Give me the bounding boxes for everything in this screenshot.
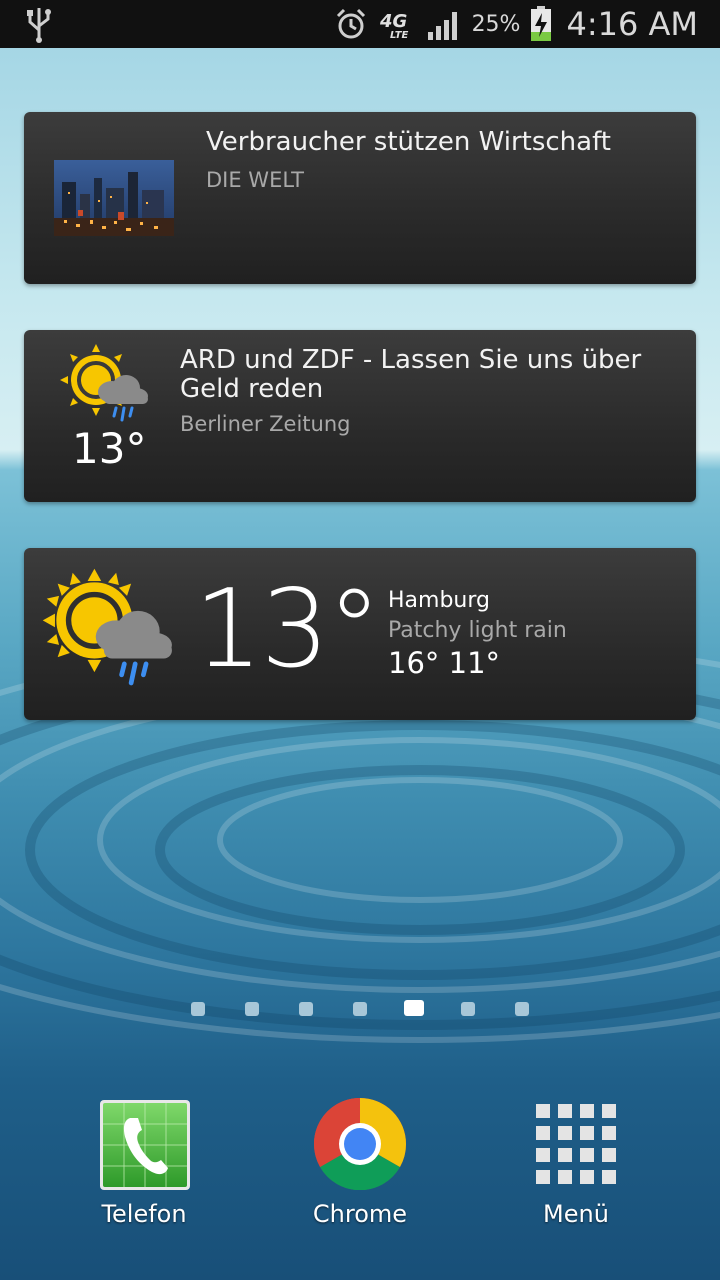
- dock-chrome-label: Chrome: [312, 1200, 408, 1228]
- weather-condition: Patchy light rain: [388, 618, 567, 643]
- partly-cloudy-rain-icon: [60, 344, 148, 422]
- 4g-lte-icon: 4G LTE: [379, 11, 409, 39]
- news-widget-1[interactable]: Verbraucher stützen Wirtschaft DIE WELT: [24, 112, 696, 284]
- news-headline: ARD und ZDF - Lassen Sie uns über Geld r…: [180, 345, 642, 404]
- page-dot[interactable]: [191, 1002, 205, 1016]
- news-thumbnail: [54, 160, 174, 236]
- dock-chrome[interactable]: Chrome: [280, 1090, 440, 1228]
- chrome-icon: [313, 1097, 407, 1191]
- usb-icon: [27, 8, 51, 43]
- alarm-icon: [336, 8, 365, 39]
- weather-city: Hamburg: [388, 588, 490, 613]
- news-source: DIE WELT: [206, 168, 304, 192]
- page-dot[interactable]: [353, 1002, 367, 1016]
- page-dot[interactable]: [245, 1002, 259, 1016]
- signal-icon: [427, 12, 457, 40]
- battery-charging-icon: [531, 6, 552, 41]
- battery-percent: 25%: [471, 11, 521, 37]
- dock-menu[interactable]: Menü: [496, 1090, 656, 1228]
- page-dot[interactable]: [461, 1002, 475, 1016]
- status-bar[interactable]: 4G LTE 25% 4:16 AM: [0, 0, 720, 48]
- page-dot[interactable]: [515, 1002, 529, 1016]
- svg-text:LTE: LTE: [390, 30, 409, 39]
- page-dot-active[interactable]: [404, 1000, 424, 1016]
- partly-cloudy-rain-icon: [42, 568, 172, 686]
- dock-phone-label: Telefon: [101, 1200, 187, 1228]
- svg-text:4G: 4G: [379, 11, 407, 32]
- news-weather-temperature: 13°: [72, 424, 147, 473]
- phone-icon: [100, 1100, 190, 1190]
- dock-phone[interactable]: Telefon: [64, 1090, 224, 1228]
- news-headline: Verbraucher stützen Wirtschaft: [206, 127, 611, 157]
- page-dot[interactable]: [299, 1002, 313, 1016]
- page-indicator: [0, 1000, 720, 1020]
- dock-menu-label: Menü: [543, 1200, 609, 1228]
- app-grid-icon: [536, 1104, 616, 1184]
- news-widget-2[interactable]: 13° ARD und ZDF - Lassen Sie uns über Ge…: [24, 330, 696, 502]
- clock: 4:16 AM: [566, 5, 698, 43]
- weather-high-low: 16° 11°: [388, 646, 501, 680]
- news-source: Berliner Zeitung: [180, 412, 351, 436]
- weather-widget[interactable]: 13° Hamburg Patchy light rain 16° 11°: [24, 548, 696, 720]
- weather-temperature: 13°: [194, 567, 381, 692]
